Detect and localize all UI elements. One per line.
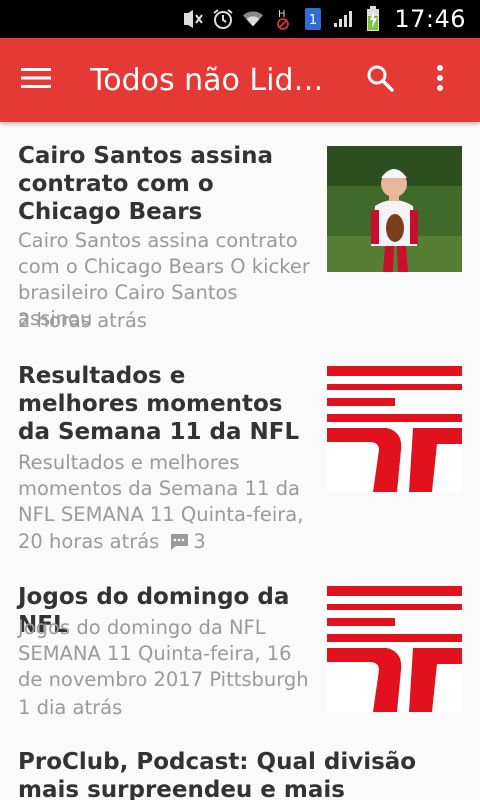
article-thumbnail [327,366,462,492]
list-item[interactable]: Resultados e melhores momentos da Semana… [0,342,480,562]
article-time: 1 dia atrás [18,696,123,719]
status-bar: H 1 17:46 [0,0,480,38]
article-meta: 20 horas atrás 3 [18,529,206,555]
article-thumbnail [327,586,462,712]
alarm-icon [212,8,234,30]
silent-icon [182,8,204,30]
overflow-menu-button[interactable] [410,38,470,122]
menu-icon [21,67,51,94]
search-icon [366,64,394,97]
sim-badge: 1 [309,13,317,28]
battery-charging-icon [362,6,384,31]
app-bar: Todos não Lidos (25) [0,38,480,122]
article-meta: 1 dia atrás [18,695,122,721]
article-thumbnail [327,146,462,272]
comment-count: 3 [193,530,206,553]
more-vert-icon [436,64,444,97]
article-excerpt: Jogos do domingo da NFL SEMANA 11 Quinta… [18,616,309,691]
article-title: ProClub, Podcast: Qual divisão mais surp… [18,749,417,800]
article-meta: 2 horas atrás [18,308,147,334]
status-time: 17:46 [394,5,466,33]
page-title: Todos não Lidos (25) [90,62,338,98]
wifi-icon [242,8,264,30]
article-title: Resultados e melhores momentos da Semana… [18,363,300,445]
sim-icon: 1 [302,8,324,30]
article-excerpt: Resultados e melhores momentos da Semana… [18,451,304,526]
article-time: 2 horas atrás [18,309,147,332]
search-button[interactable] [350,38,410,122]
article-time: 20 horas atrás [18,530,160,553]
list-item[interactable]: Jogos do domingo da NFL Jogos do domingo… [0,562,480,738]
list-item[interactable]: ProClub, Podcast: Qual divisão mais surp… [0,738,480,800]
espn-logo [327,586,462,712]
list-item[interactable]: Cairo Santos assina contrato com o Chica… [0,122,480,342]
article-title: Cairo Santos assina contrato com o Chica… [18,143,274,225]
comment-icon [169,533,189,551]
cell-signal-icon [332,8,354,30]
status-icons: H 1 [182,6,384,31]
player-photo [327,146,462,272]
menu-button[interactable] [0,38,72,122]
espn-logo [327,366,462,492]
h-signal-icon: H [272,8,294,30]
